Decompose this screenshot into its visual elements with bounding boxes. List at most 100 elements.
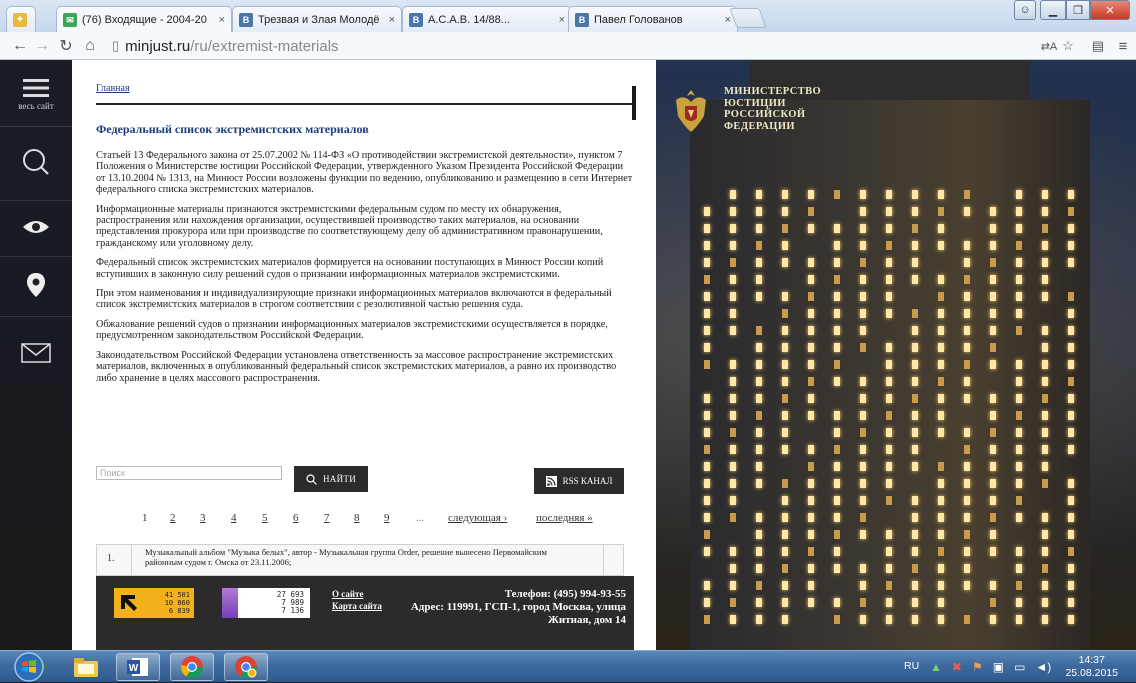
star-icon[interactable]: ☆ bbox=[1060, 36, 1076, 56]
page-link[interactable]: 7 bbox=[324, 512, 330, 524]
building-window-light bbox=[808, 496, 814, 505]
sidebar-search-button[interactable] bbox=[0, 132, 72, 192]
taskbar-clock[interactable]: 14:37 25.08.2015 bbox=[1065, 654, 1118, 680]
maximize-button[interactable]: ❐ bbox=[1066, 0, 1090, 20]
building-window-light bbox=[834, 547, 840, 556]
last-page-link[interactable]: последняя » bbox=[536, 512, 593, 524]
page-link[interactable]: 6 bbox=[293, 512, 299, 524]
building-window-light bbox=[1068, 343, 1074, 352]
paragraph: Обжалование решений судов о признании ин… bbox=[96, 318, 608, 342]
eye-icon bbox=[23, 221, 49, 233]
paragraph: Статьей 13 Федерального закона от 25.07.… bbox=[96, 150, 633, 196]
building-window-light bbox=[938, 411, 944, 420]
tab-inbox[interactable]: ✉ (76) Входящие - 2004-20 × bbox=[56, 6, 232, 33]
building-window-light bbox=[990, 292, 996, 301]
sidebar-location-button[interactable] bbox=[0, 262, 72, 308]
page-link[interactable]: 2 bbox=[170, 512, 176, 524]
paragraph: Информационные материалы признаются экст… bbox=[96, 203, 603, 249]
list-item[interactable]: 1. Музыкальный альбом "Музыка белых", ав… bbox=[96, 544, 624, 576]
translate-icon[interactable]: ⇄A bbox=[1040, 36, 1058, 56]
address-bar[interactable]: ▯ minjust.ru /ru/extremist-materials bbox=[112, 35, 1032, 57]
search-input[interactable]: Поиск bbox=[96, 466, 282, 480]
vk-icon: B bbox=[575, 12, 589, 27]
building-window-light bbox=[1042, 224, 1048, 233]
language-indicator[interactable]: RU bbox=[904, 660, 919, 672]
building-window-light bbox=[1068, 241, 1074, 250]
back-arrow-icon[interactable]: ← bbox=[10, 36, 30, 56]
forward-arrow-icon[interactable]: → bbox=[32, 36, 52, 56]
connection-tray-icon[interactable]: ▭ bbox=[1014, 660, 1025, 674]
ministry-logo[interactable]: МИНИСТЕРСТВО ЮСТИЦИИ РОССИЙСКОЙ ФЕДЕРАЦИ… bbox=[668, 86, 868, 142]
close-window-button[interactable]: ✕ bbox=[1090, 0, 1130, 20]
building-window-light bbox=[704, 462, 710, 471]
building-window-light bbox=[808, 479, 814, 488]
close-icon[interactable]: × bbox=[725, 14, 731, 26]
url-path: /ru/extremist-materials bbox=[190, 37, 339, 55]
building-window-light bbox=[964, 309, 970, 318]
start-button[interactable] bbox=[12, 651, 46, 683]
visit-counter-1[interactable]: 41 501 10 860 6 839 bbox=[114, 588, 194, 618]
building-window-light bbox=[938, 241, 944, 250]
about-link[interactable]: О сайте bbox=[332, 588, 382, 600]
extension-icon[interactable]: ▤ bbox=[1088, 36, 1108, 56]
close-icon[interactable]: × bbox=[559, 14, 565, 26]
chrome-icon bbox=[181, 656, 203, 678]
tab-pinned[interactable]: ✦ bbox=[6, 6, 36, 32]
building-window-light bbox=[730, 564, 736, 573]
reload-icon[interactable]: ↻ bbox=[56, 36, 76, 56]
building-window-light bbox=[912, 547, 918, 556]
building-window-light bbox=[964, 564, 970, 573]
antivirus-tray-icon[interactable]: ✖ bbox=[952, 660, 962, 674]
building-window-light bbox=[860, 462, 866, 471]
close-icon[interactable]: × bbox=[389, 14, 395, 26]
ministry-name-line: ЮСТИЦИИ bbox=[724, 97, 786, 109]
rss-button[interactable]: RSS КАНАЛ bbox=[534, 468, 624, 494]
building-window-light bbox=[964, 343, 970, 352]
search-button[interactable]: НАЙТИ bbox=[294, 466, 368, 492]
scrollbar-thumb[interactable] bbox=[632, 86, 636, 120]
network-tray-icon[interactable]: ▲ bbox=[930, 660, 942, 674]
building-window-light bbox=[860, 207, 866, 216]
sitemap-link[interactable]: Карта сайта bbox=[332, 600, 382, 612]
building-window-light bbox=[860, 326, 866, 335]
page-link[interactable]: 9 bbox=[384, 512, 390, 524]
sidebar-mail-button[interactable] bbox=[0, 330, 72, 376]
building-window-light bbox=[1042, 275, 1048, 284]
building-window-light bbox=[860, 343, 866, 352]
next-page-link[interactable]: следующая › bbox=[448, 512, 507, 524]
building-window-light bbox=[834, 598, 840, 607]
menu-icon[interactable]: ≡ bbox=[1114, 36, 1132, 56]
tab-vk-3[interactable]: B Павел Голованов × bbox=[568, 6, 738, 32]
volume-tray-icon[interactable]: ◄) bbox=[1035, 660, 1051, 674]
breadcrumb-home-link[interactable]: Главная bbox=[96, 83, 130, 94]
tab-vk-2[interactable]: B A.C.A.B. 14/88... × bbox=[402, 6, 572, 32]
chrome-taskbar-button[interactable] bbox=[170, 653, 214, 681]
minimize-button[interactable]: ▁ bbox=[1040, 0, 1066, 20]
page-link[interactable]: 5 bbox=[262, 512, 268, 524]
home-icon[interactable]: ⌂ bbox=[80, 36, 100, 56]
phone-text: Телефон: (495) 994-93-55 bbox=[504, 588, 626, 600]
building-window-light bbox=[938, 513, 944, 522]
windows-taskbar: W RU ▲ ✖ ⚑ ▣ ▭ ◄) 14:37 25.08.2015 bbox=[0, 650, 1136, 682]
chrome-canary-taskbar-button[interactable] bbox=[224, 653, 268, 681]
sidebar-menu-button[interactable]: весь сайт bbox=[0, 72, 72, 116]
safely-remove-tray-icon[interactable]: ▣ bbox=[993, 660, 1004, 674]
flag-tray-icon[interactable]: ⚑ bbox=[972, 660, 983, 674]
page-link[interactable]: 8 bbox=[354, 512, 360, 524]
user-icon[interactable]: ☺ bbox=[1014, 0, 1036, 20]
web-page: МИНИСТЕРСТВО ЮСТИЦИИ РОССИЙСКОЙ ФЕДЕРАЦИ… bbox=[0, 60, 1136, 650]
explorer-taskbar-button[interactable] bbox=[64, 653, 108, 681]
building-window-light bbox=[834, 326, 840, 335]
page-link[interactable]: 3 bbox=[200, 512, 206, 524]
building-window-light bbox=[1042, 598, 1048, 607]
tab-vk-1[interactable]: B Трезвая и Злая Молодё × bbox=[232, 6, 402, 32]
new-tab-button[interactable] bbox=[729, 8, 767, 28]
counter-logo-icon bbox=[222, 588, 238, 618]
building-window-light bbox=[860, 411, 866, 420]
building-window-light bbox=[860, 190, 866, 199]
word-taskbar-button[interactable]: W bbox=[116, 653, 160, 681]
close-icon[interactable]: × bbox=[219, 14, 225, 26]
page-link[interactable]: 4 bbox=[231, 512, 237, 524]
visit-counter-2[interactable]: 27 693 7 989 7 136 bbox=[222, 588, 310, 618]
sidebar-accessibility-button[interactable] bbox=[0, 206, 72, 248]
